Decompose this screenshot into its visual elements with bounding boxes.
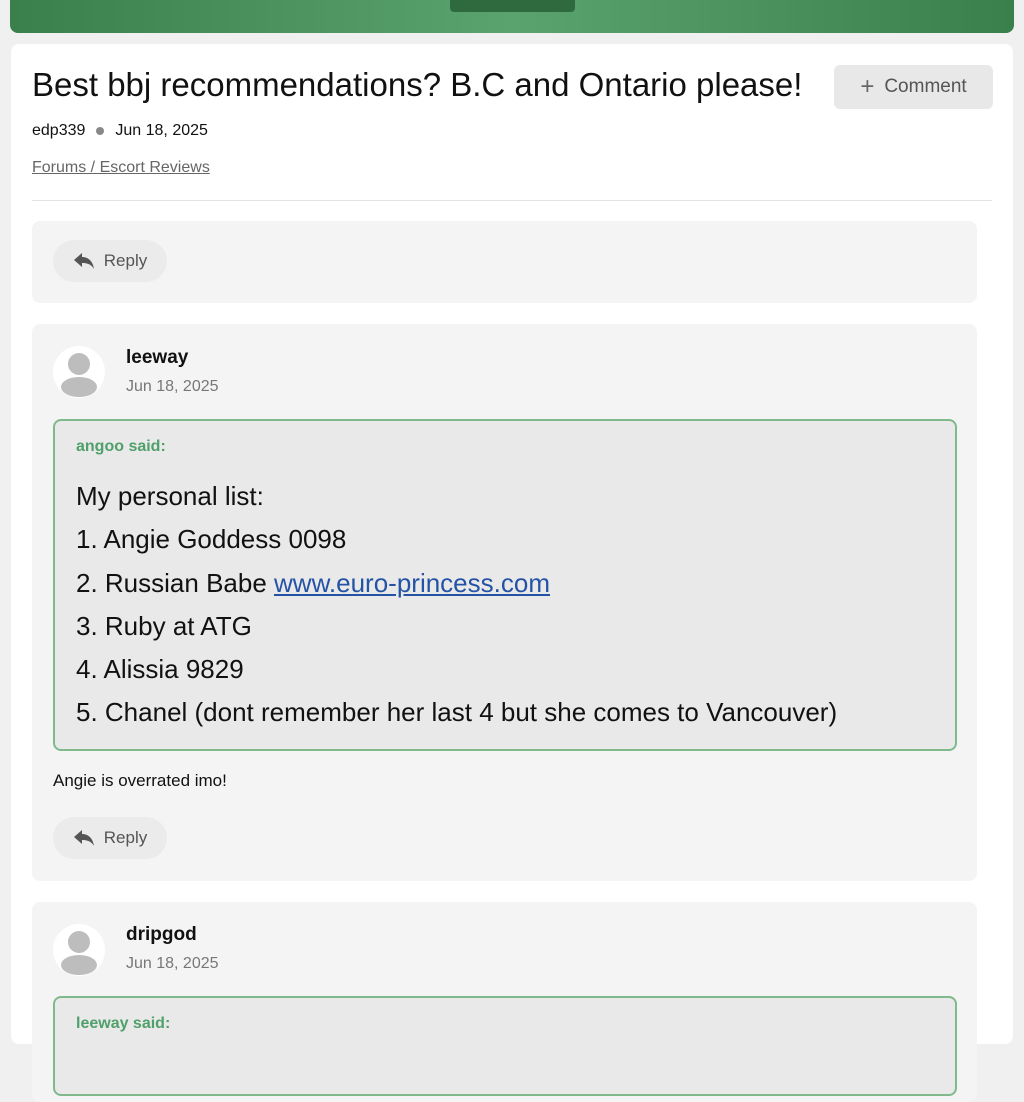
top-banner-button[interactable]	[450, 0, 575, 12]
quote-line-text: 2. Russian Babe	[76, 568, 275, 598]
user-avatar-icon[interactable]	[53, 924, 105, 976]
divider	[32, 200, 992, 201]
quote-attribution[interactable]: angoo said:	[76, 438, 166, 456]
user-avatar-icon[interactable]	[53, 346, 105, 398]
thread-date: Jun 18, 2025	[115, 122, 208, 139]
post-body: Angie is overrated imo!	[53, 771, 227, 790]
quote-line: 3. Ruby at ATG	[76, 611, 252, 641]
thread-meta: edp339 Jun 18, 2025	[32, 122, 208, 140]
reply-arrow-icon	[73, 830, 94, 846]
comment-button[interactable]: + Comment	[834, 65, 993, 109]
quote-line: 4. Alissia 9829	[76, 654, 244, 684]
quote-line: My personal list:	[76, 481, 264, 511]
quote-attribution[interactable]: leeway said:	[76, 1015, 170, 1033]
breadcrumb[interactable]: Forums / Escort Reviews	[32, 159, 210, 177]
reply-arrow-icon	[73, 253, 94, 269]
plus-icon: +	[860, 73, 875, 100]
quote-line: 5. Chanel (dont remember her last 4 but …	[76, 697, 838, 727]
reply-label: Reply	[103, 828, 148, 847]
thread-card: Best bbj recommendations? B.C and Ontari…	[11, 44, 1013, 1102]
post-item: dripgod Jun 18, 2025 leeway said:	[32, 902, 977, 1102]
post-item: Reply	[32, 221, 977, 303]
quote-link[interactable]: www.euro-princess.com	[274, 568, 550, 598]
comment-button-label: Comment	[884, 76, 967, 97]
post-date: Jun 18, 2025	[126, 378, 219, 395]
reply-label: Reply	[103, 251, 148, 270]
top-banner	[10, 0, 1014, 33]
post-username[interactable]: leeway	[126, 347, 188, 369]
quote-line: 2. Russian Babe www.euro-princess.com	[76, 568, 550, 599]
quote-line: 1. Angie Goddess 0098	[76, 524, 347, 554]
thread-author[interactable]: edp339	[32, 122, 85, 140]
post-username[interactable]: dripgod	[126, 924, 197, 946]
page-title: Best bbj recommendations? B.C and Ontari…	[32, 66, 803, 103]
quote-block: angoo said: My personal list: 1. Angie G…	[53, 419, 957, 751]
post-date: Jun 18, 2025	[126, 955, 219, 972]
post-item: leeway Jun 18, 2025 angoo said: My perso…	[32, 324, 977, 881]
separator-dot	[96, 127, 105, 135]
quote-block: leeway said:	[53, 996, 957, 1096]
reply-button[interactable]: Reply	[53, 240, 167, 282]
reply-button[interactable]: Reply	[53, 817, 167, 859]
